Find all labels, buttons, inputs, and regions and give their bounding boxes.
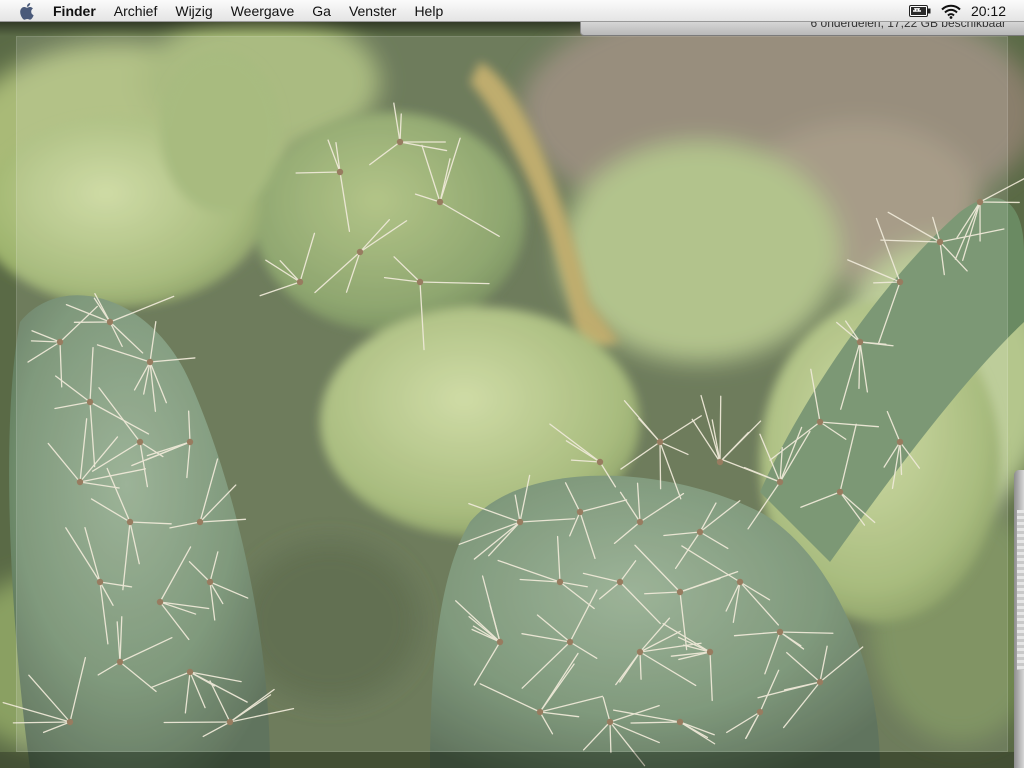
wifi-icon[interactable] <box>941 0 961 22</box>
finder-status-text: 6 onderdelen, 17,22 GB beschikbaar <box>810 22 1006 30</box>
menu-extras: 20:12 <box>908 0 1024 22</box>
window-edge-right[interactable] <box>1014 470 1024 768</box>
finder-window-bottom-edge[interactable]: 6 onderdelen, 17,22 GB beschikbaar <box>580 22 1024 36</box>
menu-weergave[interactable]: Weergave <box>222 0 304 22</box>
menu-help[interactable]: Help <box>405 0 452 22</box>
menu-finder[interactable]: Finder <box>47 0 105 22</box>
window-edge-grip <box>1017 510 1024 670</box>
menu-wijzig[interactable]: Wijzig <box>166 0 221 22</box>
apple-logo-icon[interactable] <box>17 0 39 22</box>
bottom-shadow <box>0 752 1024 768</box>
translucent-overlay <box>16 36 1008 752</box>
menu-clock[interactable]: 20:12 <box>971 0 1006 22</box>
screen: Finder Archief Wijzig Weergave Ga Venste… <box>0 0 1024 768</box>
menu-ga[interactable]: Ga <box>303 0 340 22</box>
menu-archief[interactable]: Archief <box>105 0 167 22</box>
menu-venster[interactable]: Venster <box>340 0 405 22</box>
menu-bar: Finder Archief Wijzig Weergave Ga Venste… <box>0 0 1024 22</box>
battery-charging-icon[interactable] <box>908 0 931 22</box>
